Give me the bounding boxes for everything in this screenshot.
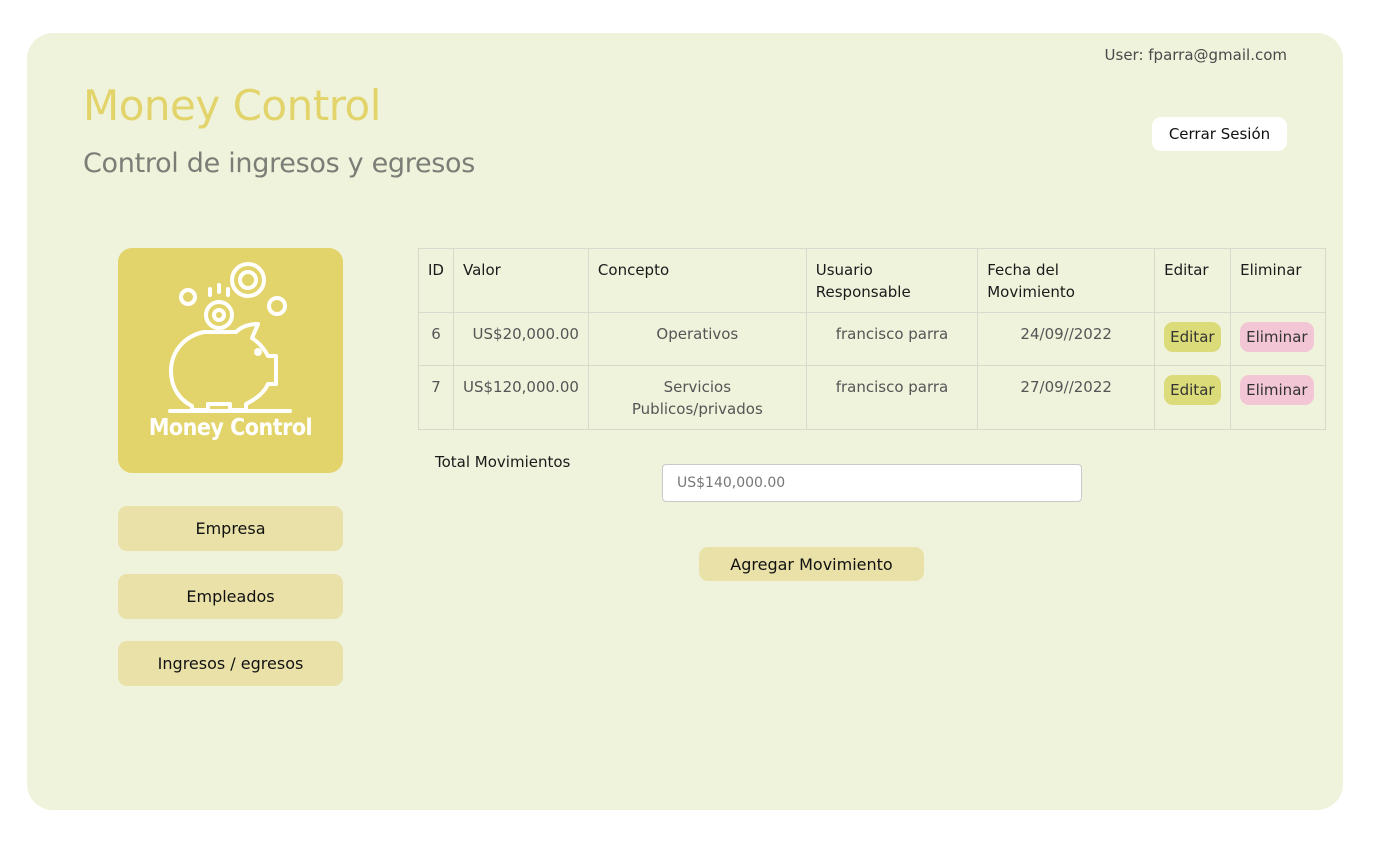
edit-button[interactable]: Editar [1164,322,1221,352]
app-title: Money Control [83,81,381,130]
cell-editar: Editar [1154,365,1232,430]
cell-id: 6 [418,312,454,366]
logo: Money Control [118,248,343,473]
nav-ingresos-egresos-button[interactable]: Ingresos / egresos [118,641,343,686]
cell-eliminar: Eliminar [1230,312,1326,366]
cell-usuario: francisco parra [805,365,979,430]
main-panel: User: fparra@gmail.com Money Control Con… [27,33,1343,810]
edit-button[interactable]: Editar [1164,375,1221,405]
header-editar: Editar [1154,248,1232,313]
header-id: ID [418,248,454,313]
add-movement-button[interactable]: Agregar Movimiento [699,547,924,581]
header-eliminar: Eliminar [1230,248,1326,313]
total-movimientos-field[interactable] [662,464,1082,502]
cell-fecha: 24/09//2022 [977,312,1156,366]
cell-usuario: francisco parra [805,312,979,366]
header-concepto: Concepto [587,248,807,313]
cell-concepto: Servicios Publicos/privados [587,365,807,430]
cell-concepto: Operativos [587,312,807,366]
header-fecha: Fecha del Movimiento [977,248,1156,313]
cell-id: 7 [418,365,454,430]
cell-eliminar: Eliminar [1230,365,1326,430]
user-label: User: fparra@gmail.com [1104,46,1287,64]
table-row: 7 US$120,000.00 Servicios Publicos/priva… [418,365,1326,430]
table-header-row: ID Valor Concepto Usuario Responsable Fe… [418,248,1326,313]
header-valor: Valor [452,248,589,313]
nav-empresa-button[interactable]: Empresa [118,506,343,551]
cell-fecha: 27/09//2022 [977,365,1156,430]
header-usuario: Usuario Responsable [805,248,979,313]
logout-button[interactable]: Cerrar Sesión [1152,117,1287,151]
cell-valor: US$20,000.00 [452,312,589,366]
delete-button[interactable]: Eliminar [1240,375,1314,405]
movements-table: ID Valor Concepto Usuario Responsable Fe… [418,248,1326,430]
nav-empleados-button[interactable]: Empleados [118,574,343,619]
logo-text: Money Control [148,415,313,441]
cell-valor: US$120,000.00 [452,365,589,430]
app-subtitle: Control de ingresos y egresos [83,148,476,179]
table-row: 6 US$20,000.00 Operativos francisco parr… [418,312,1326,366]
delete-button[interactable]: Eliminar [1240,322,1314,352]
cell-editar: Editar [1154,312,1232,366]
total-label: Total Movimientos [435,453,571,471]
